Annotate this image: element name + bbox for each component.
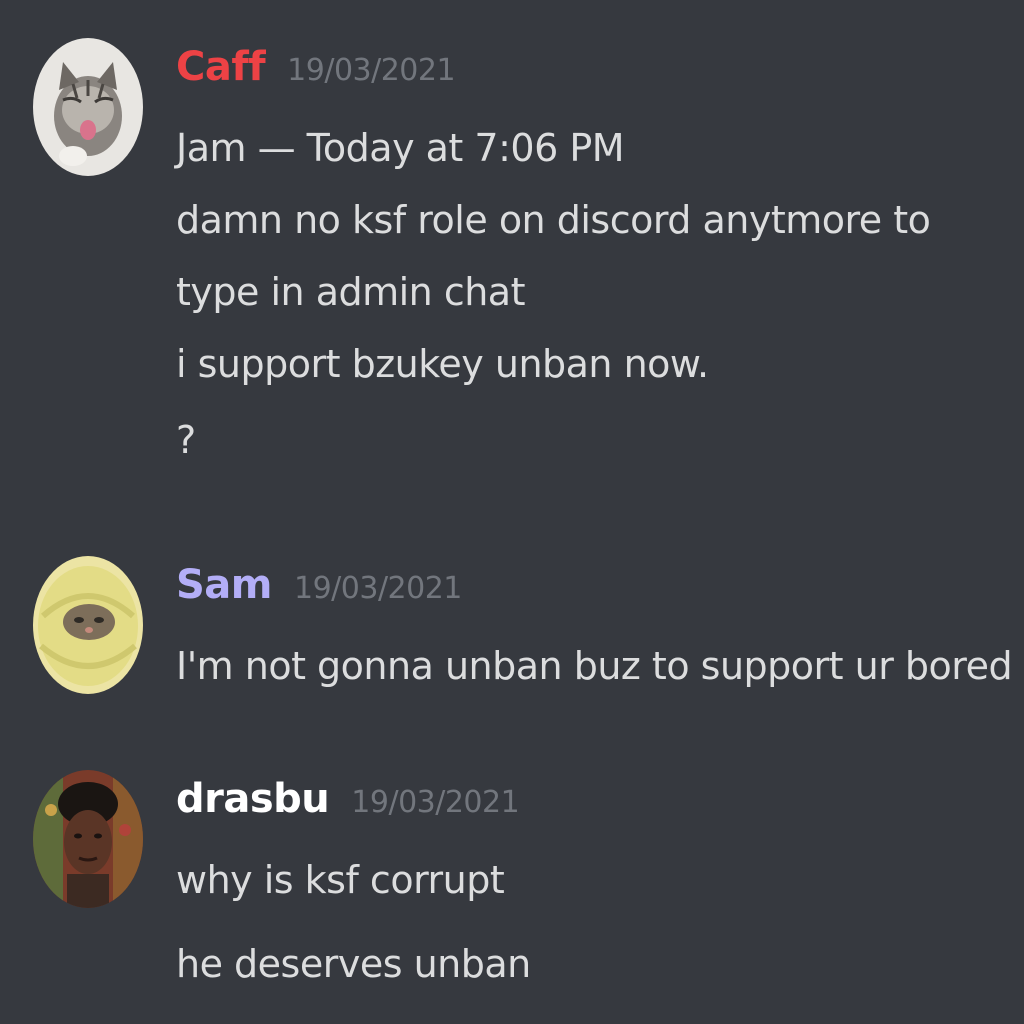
message-line: type in admin chat — [176, 270, 526, 314]
message-content: Caff 19/03/2021 Jam — Today at 7:06 PM d… — [176, 44, 1004, 476]
timestamp: 19/03/2021 — [351, 785, 520, 820]
person-photo-avatar-icon[interactable] — [33, 770, 143, 908]
username[interactable]: drasbu — [176, 776, 330, 822]
message-header: Caff 19/03/2021 — [176, 44, 1004, 104]
message-line: ? — [176, 418, 196, 462]
message-header: Sam 19/03/2021 — [176, 562, 1004, 622]
message-line: why is ksf corrupt — [176, 858, 505, 902]
message-line: damn no ksf role on discord anytmore to — [176, 198, 931, 242]
cat-in-towel-avatar-icon[interactable] — [33, 556, 143, 694]
timestamp: 19/03/2021 — [287, 53, 456, 88]
username[interactable]: Sam — [176, 562, 272, 608]
timestamp: 19/03/2021 — [293, 571, 462, 606]
message-line: he deserves unban — [176, 942, 531, 986]
message-line: I'm not gonna unban buz to support ur bo… — [176, 644, 1013, 688]
kitten-avatar-icon[interactable] — [33, 38, 143, 176]
message-content: Sam 19/03/2021 I'm not gonna unban buz t… — [176, 562, 1013, 702]
message-line: i support bzukey unban now. — [176, 342, 709, 386]
message-line: Jam — Today at 7:06 PM — [176, 126, 625, 170]
message-content: drasbu 19/03/2021 why is ksf corrupt he … — [176, 776, 1004, 1000]
username[interactable]: Caff — [176, 44, 266, 90]
message-header: drasbu 19/03/2021 — [176, 776, 1004, 836]
